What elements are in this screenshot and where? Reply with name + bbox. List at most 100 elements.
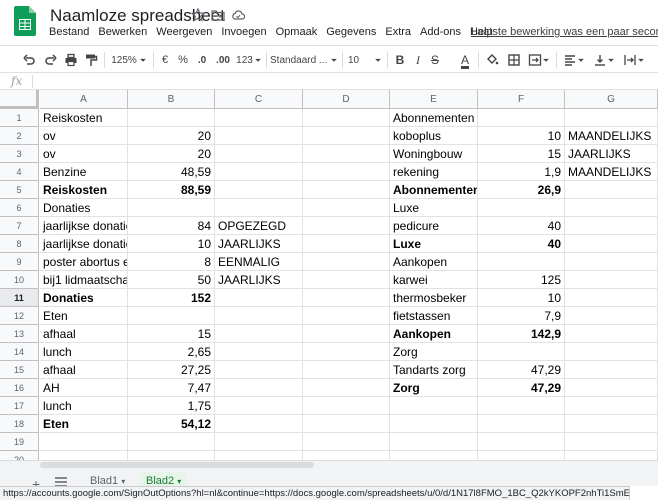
cell-d3[interactable] [303,145,390,163]
cell-e11[interactable]: thermosbeker [390,289,478,307]
cell-b5[interactable]: 88,59 [128,181,215,199]
cell-f12[interactable]: 7,9 [478,307,565,325]
cell-b13[interactable]: 15 [128,325,215,343]
cell-c14[interactable] [215,343,303,361]
redo-button[interactable] [40,46,62,74]
cell-b10[interactable]: 50 [128,271,215,289]
cell-g16[interactable] [565,379,658,397]
cell-e9[interactable]: Aankopen [390,253,478,271]
column-header-b[interactable]: B [128,90,215,109]
cell-e5[interactable]: Abonnementen [390,181,478,199]
cell-e7[interactable]: pedicure [390,217,478,235]
cell-d12[interactable] [303,307,390,325]
row-header[interactable]: 15 [0,361,39,379]
cell-a8[interactable]: jaarlijkse donatie [40,235,128,253]
cell-c13[interactable] [215,325,303,343]
cell-a9[interactable]: poster abortus e [40,253,128,271]
row-header[interactable]: 3 [0,145,39,163]
cell-a18[interactable]: Eten [40,415,128,433]
row-header[interactable]: 13 [0,325,39,343]
cell-g2[interactable]: MAANDELIJKS [565,127,658,145]
cell-c1[interactable] [215,109,303,127]
vertical-align-button[interactable] [590,46,618,74]
star-icon[interactable] [191,8,205,22]
row-header[interactable]: 12 [0,307,39,325]
cell-g19[interactable] [565,433,658,451]
cell-a13[interactable]: afhaal [40,325,128,343]
font-family-select[interactable]: Standaard ... [270,46,338,74]
strikethrough-button[interactable]: S [427,46,443,74]
cell-d2[interactable] [303,127,390,145]
row-header[interactable]: 18 [0,415,39,433]
last-edit-link[interactable]: Laatste bewerking was een paar seconden … [471,26,658,38]
menu-invoegen[interactable]: Invoegen [221,26,266,38]
cell-f13[interactable]: 142,9 [478,325,565,343]
cell-b19[interactable] [128,433,215,451]
row-header[interactable]: 14 [0,343,39,361]
cell-d7[interactable] [303,217,390,235]
row-header[interactable]: 17 [0,397,39,415]
cell-b4[interactable]: 48,59 [128,163,215,181]
cell-b18[interactable]: 54,12 [128,415,215,433]
cell-c5[interactable] [215,181,303,199]
cell-a11[interactable]: Donaties [40,289,128,307]
cell-c2[interactable] [215,127,303,145]
cell-g12[interactable] [565,307,658,325]
cell-g6[interactable] [565,199,658,217]
spreadsheet-grid[interactable]: A B C D E F G 1 Reiskosten Abonnementen 2 ov 20 kobop… [0,90,658,460]
font-size-select[interactable]: 10 [348,46,382,74]
cell-b20[interactable] [128,451,215,460]
cell-d9[interactable] [303,253,390,271]
cell-f2[interactable]: 10 [478,127,565,145]
cell-a16[interactable]: AH [40,379,128,397]
cell-c7[interactable]: OPGEZEGD [215,217,303,235]
cell-g9[interactable] [565,253,658,271]
cell-f18[interactable] [478,415,565,433]
cell-g10[interactable] [565,271,658,289]
cell-d20[interactable] [303,451,390,460]
cell-e10[interactable]: karwei [390,271,478,289]
cell-c16[interactable] [215,379,303,397]
cloud-status-icon[interactable] [231,8,245,22]
cell-c11[interactable] [215,289,303,307]
cell-d14[interactable] [303,343,390,361]
row-header[interactable]: 6 [0,199,39,217]
cell-d6[interactable] [303,199,390,217]
cell-d15[interactable] [303,361,390,379]
paint-format-button[interactable] [81,46,101,74]
cell-e6[interactable]: Luxe [390,199,478,217]
cell-d13[interactable] [303,325,390,343]
cell-f8[interactable]: 40 [478,235,565,253]
sheets-logo-icon[interactable] [14,6,36,36]
cell-a3[interactable]: ov [40,145,128,163]
percent-button[interactable]: % [175,46,191,74]
cell-f17[interactable] [478,397,565,415]
horizontal-scrollbar[interactable] [40,462,314,468]
cell-f4[interactable]: 1,9 [478,163,565,181]
row-header[interactable]: 7 [0,217,39,235]
cell-g14[interactable] [565,343,658,361]
select-all-corner[interactable] [0,90,39,109]
cell-a15[interactable]: afhaal [40,361,128,379]
cell-e16[interactable]: Zorg [390,379,478,397]
more-formats-button[interactable]: 123 [235,46,263,74]
cell-c9[interactable]: EENMALIG [215,253,303,271]
cell-b8[interactable]: 10 [128,235,215,253]
horizontal-align-button[interactable] [560,46,588,74]
cell-d4[interactable] [303,163,390,181]
cell-g15[interactable] [565,361,658,379]
cell-c8[interactable]: JAARLIJKS [215,235,303,253]
cell-b3[interactable]: 20 [128,145,215,163]
menu-add-ons[interactable]: Add-ons [420,26,461,38]
text-color-button[interactable]: A [455,46,475,74]
row-header[interactable]: 1 [0,109,39,127]
bold-button[interactable]: B [391,46,409,74]
menu-extra[interactable]: Extra [385,26,411,38]
cell-f1[interactable] [478,109,565,127]
increase-decimals-button[interactable]: .00 [211,46,235,74]
row-header[interactable]: 8 [0,235,39,253]
currency-button[interactable]: € [157,46,173,74]
cell-d11[interactable] [303,289,390,307]
cell-b6[interactable] [128,199,215,217]
cell-c3[interactable] [215,145,303,163]
